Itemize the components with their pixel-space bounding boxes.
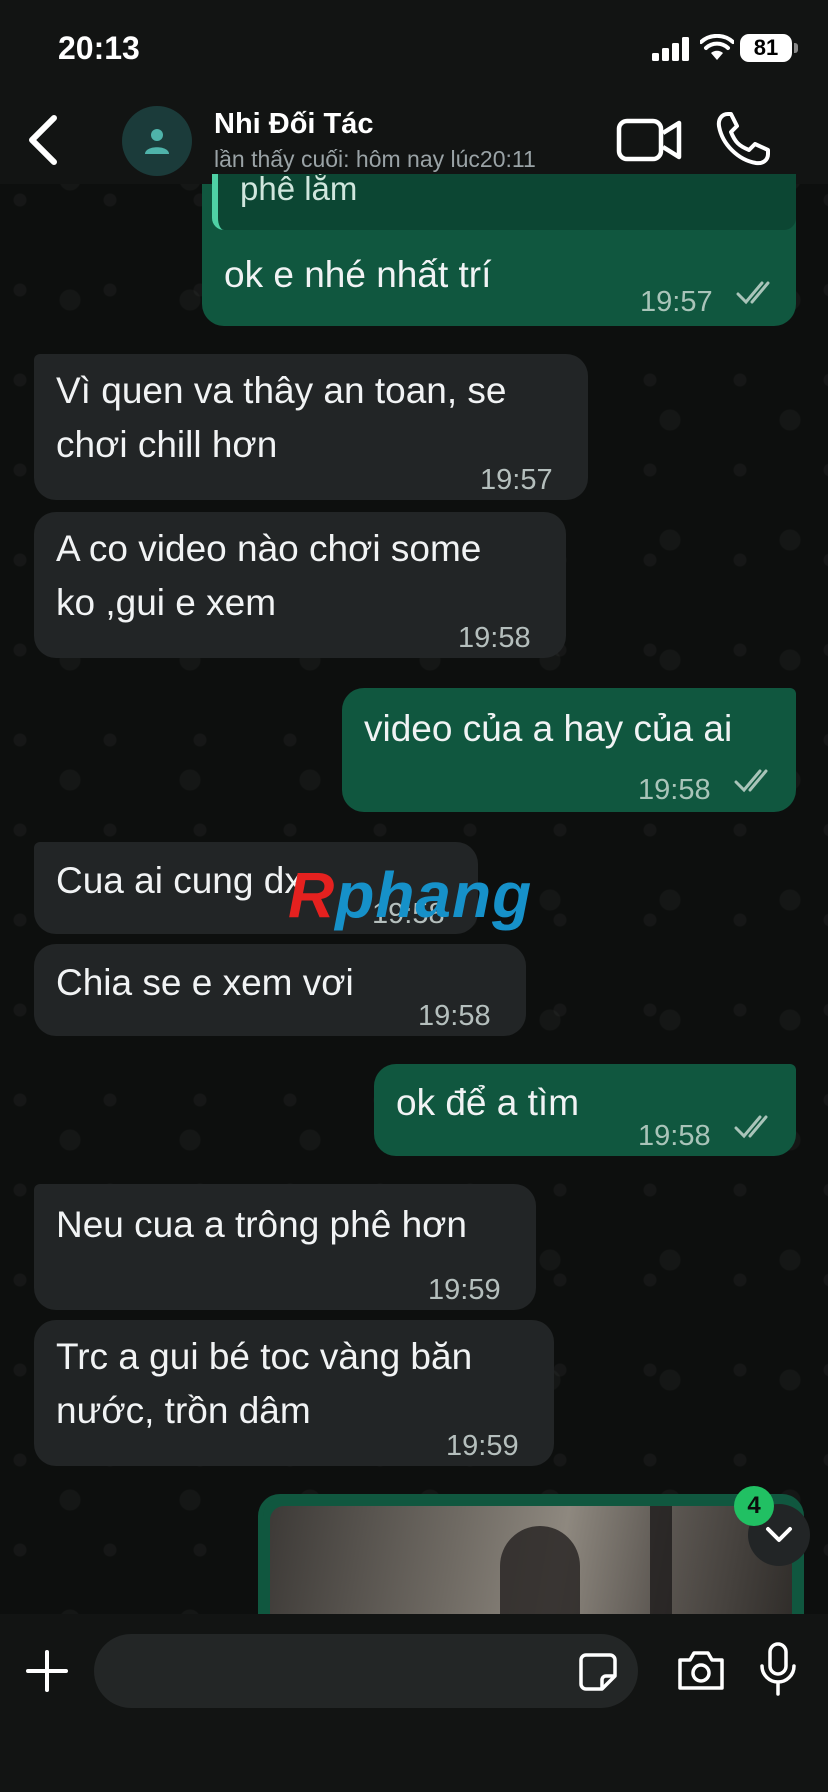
microphone-icon[interactable] [758,1642,798,1696]
message-text-line-1: Vì quen va thây an toan, se [56,370,507,411]
message-text-line-2: chơi chill hơn [56,424,278,465]
message-input[interactable] [94,1634,638,1708]
message-bubble-outgoing[interactable]: ok để a tìm 19:58 [374,1064,796,1156]
message-time: 19:59 [428,1274,501,1306]
unread-count-badge: 4 [734,1486,774,1526]
chat-header: Nhi Đối Tác lần thấy cuối: hôm nay lúc20… [0,96,828,184]
message-bubble-incoming[interactable]: Vì quen va thây an toan, se chơi chill h… [34,354,588,500]
message-bubble-incoming[interactable]: Neu cua a trông phê hơn 19:59 [34,1184,536,1310]
message-text: ok để a tìm [396,1082,580,1123]
contact-avatar[interactable] [122,106,192,176]
message-time: 19:57 [640,286,713,318]
status-bar: 20:13 81 [0,0,828,96]
message-time: 19:58 [638,774,711,806]
sticker-icon[interactable] [578,1652,618,1692]
message-time: 19:58 [458,622,531,654]
message-composer [0,1614,828,1792]
plus-attach-icon[interactable] [24,1648,70,1694]
message-bubble-incoming[interactable]: Trc a gui bé toc vàng băn nước, trồn dâm… [34,1320,554,1466]
message-time: 19:58 [418,1000,491,1032]
message-text-line-2: nước, trồn dâm [56,1390,311,1431]
voice-call-icon[interactable] [714,110,772,168]
person-icon [145,129,169,154]
message-text: Chia se e xem vơi [56,962,354,1003]
message-text-line-2: ko ,gui e xem [56,582,277,623]
cellular-signal-icon [652,37,689,61]
quoted-reply[interactable]: phê lắm [212,174,796,230]
camera-icon[interactable] [676,1648,726,1692]
message-text-line-1: Trc a gui bé toc vàng băn [56,1336,473,1377]
chat-screen: 20:13 81 Nhi Đối Tác lần thấy cuối: hôm … [0,0,828,1792]
message-time: 19:58 [638,1120,711,1152]
message-bubble-incoming[interactable]: A co video nào chơi some ko ,gui e xem 1… [34,512,566,658]
wifi-icon [700,34,734,60]
read-double-check-icon [734,769,768,793]
message-text: ok e nhé nhất trí [224,254,492,295]
message-bubble-incoming[interactable]: Chia se e xem vơi 19:58 [34,944,526,1036]
message-bubble-outgoing[interactable]: phê lắm ok e nhé nhất trí 19:57 [202,174,796,326]
status-time: 20:13 [58,30,140,66]
contact-name[interactable]: Nhi Đối Tác [214,108,374,141]
message-text: Cua ai cung dx [56,860,303,901]
read-double-check-icon [736,281,770,305]
chevron-down-icon [766,1527,792,1542]
message-text: Neu cua a trông phê hơn [56,1204,467,1245]
message-text-line-1: A co video nào chơi some [56,528,482,569]
message-time: 19:59 [446,1430,519,1462]
battery-indicator: 81 [740,34,798,62]
last-seen-status: lần thấy cuối: hôm nay lúc20:11 [214,146,536,172]
read-double-check-icon [734,1115,768,1139]
message-time: 19:57 [480,464,553,496]
watermark-logo: Rphang [288,859,533,931]
message-bubble-outgoing[interactable]: video của a hay của ai 19:58 [342,688,796,812]
back-chevron-icon[interactable] [24,112,64,168]
video-call-icon[interactable] [616,116,682,164]
quoted-text: phê lắm [240,174,358,207]
message-text: video của a hay của ai [364,708,733,749]
